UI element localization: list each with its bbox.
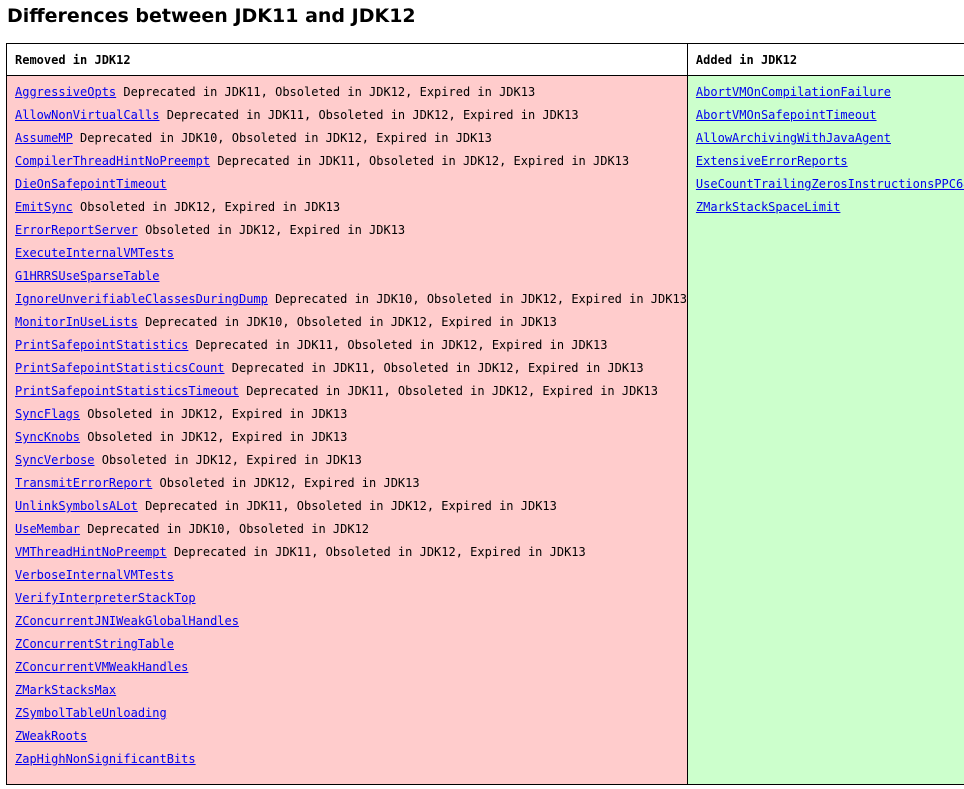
removed-flag-status: Deprecated in JDK11, Obsoleted in JDK12,… <box>217 154 630 168</box>
removed-flag-row: PrintSafepointStatistics Deprecated in J… <box>15 337 687 360</box>
removed-flags-cell: AggressiveOpts Deprecated in JDK11, Obso… <box>6 75 688 785</box>
removed-column-header: Removed in JDK12 <box>6 43 688 76</box>
removed-flag-link[interactable]: CompilerThreadHintNoPreempt <box>15 154 210 168</box>
removed-flag-link[interactable]: VerifyInterpreterStackTop <box>15 591 196 605</box>
removed-flag-status: Deprecated in JDK10, Obsoleted in JDK12,… <box>275 292 687 306</box>
removed-flag-row: ExecuteInternalVMTests <box>15 245 687 268</box>
removed-flag-link[interactable]: SyncKnobs <box>15 430 80 444</box>
removed-flag-row: SyncFlags Obsoleted in JDK12, Expired in… <box>15 406 687 429</box>
removed-flag-status: Deprecated in JDK11, Obsoleted in JDK12,… <box>195 338 608 352</box>
added-flag-row: ZMarkStackSpaceLimit <box>696 199 964 222</box>
removed-flag-row: PrintSafepointStatisticsCount Deprecated… <box>15 360 687 383</box>
added-flag-link[interactable]: ZMarkStackSpaceLimit <box>696 200 841 214</box>
added-flag-link[interactable]: AllowArchivingWithJavaAgent <box>696 131 891 145</box>
removed-flag-row: VMThreadHintNoPreempt Deprecated in JDK1… <box>15 544 687 567</box>
removed-flag-link[interactable]: SyncFlags <box>15 407 80 421</box>
removed-flag-link[interactable]: AllowNonVirtualCalls <box>15 108 160 122</box>
removed-flag-row: ErrorReportServer Obsoleted in JDK12, Ex… <box>15 222 687 245</box>
removed-flag-link[interactable]: PrintSafepointStatisticsTimeout <box>15 384 239 398</box>
removed-flag-status: Obsoleted in JDK12, Expired in JDK13 <box>80 200 341 214</box>
removed-flag-status: Obsoleted in JDK12, Expired in JDK13 <box>101 453 362 467</box>
removed-flag-row: AllowNonVirtualCalls Deprecated in JDK11… <box>15 107 687 130</box>
removed-flag-status: Deprecated in JDK11, Obsoleted in JDK12,… <box>166 108 579 122</box>
removed-flag-row: TransmitErrorReport Obsoleted in JDK12, … <box>15 475 687 498</box>
removed-flag-row: ZConcurrentStringTable <box>15 636 687 659</box>
removed-flag-status: Deprecated in JDK11, Obsoleted in JDK12,… <box>173 545 586 559</box>
removed-flag-row: UnlinkSymbolsALot Deprecated in JDK11, O… <box>15 498 687 521</box>
removed-flag-link[interactable]: VMThreadHintNoPreempt <box>15 545 167 559</box>
removed-flag-status: Deprecated in JDK11, Obsoleted in JDK12,… <box>145 499 557 513</box>
removed-flag-link[interactable]: VerboseInternalVMTests <box>15 568 174 582</box>
removed-flag-link[interactable]: ExecuteInternalVMTests <box>15 246 174 260</box>
removed-flag-row: ZapHighNonSignificantBits <box>15 751 687 774</box>
removed-flag-row: MonitorInUseLists Deprecated in JDK10, O… <box>15 314 687 337</box>
removed-flag-link[interactable]: ErrorReportServer <box>15 223 138 237</box>
removed-flag-row: G1HRRSUseSparseTable <box>15 268 687 291</box>
added-column-header: Added in JDK12 <box>686 43 964 76</box>
added-flag-row: UseCountTrailingZerosInstructionsPPC64 <box>696 176 964 199</box>
added-flags-cell: AbortVMOnCompilationFailure AbortVMOnSafe… <box>686 75 964 785</box>
removed-flag-status: Deprecated in JDK11, Obsoleted in JDK12,… <box>231 361 644 375</box>
removed-flag-status: Deprecated in JDK10, Obsoleted in JDK12 <box>87 522 370 536</box>
removed-flag-row: ZSymbolTableUnloading <box>15 705 687 728</box>
removed-flag-link[interactable]: G1HRRSUseSparseTable <box>15 269 160 283</box>
removed-flag-row: VerboseInternalVMTests <box>15 567 687 590</box>
added-flag-row: AbortVMOnSafepointTimeout <box>696 107 964 130</box>
removed-flag-link[interactable]: UseMembar <box>15 522 80 536</box>
removed-flag-status: Deprecated in JDK11, Obsoleted in JDK12,… <box>123 85 536 99</box>
removed-flag-row: SyncKnobs Obsoleted in JDK12, Expired in… <box>15 429 687 452</box>
removed-flag-link[interactable]: DieOnSafepointTimeout <box>15 177 167 191</box>
removed-flag-row: ZMarkStacksMax <box>15 682 687 705</box>
removed-flag-row: IgnoreUnverifiableClassesDuringDump Depr… <box>15 291 687 314</box>
removed-flag-link[interactable]: TransmitErrorReport <box>15 476 152 490</box>
removed-flag-row: EmitSync Obsoleted in JDK12, Expired in … <box>15 199 687 222</box>
removed-flag-link[interactable]: IgnoreUnverifiableClassesDuringDump <box>15 292 268 306</box>
removed-flags-list: AggressiveOpts Deprecated in JDK11, Obso… <box>15 84 687 774</box>
removed-flag-row: AssumeMP Deprecated in JDK10, Obsoleted … <box>15 130 687 153</box>
removed-flag-status: Obsoleted in JDK12, Expired in JDK13 <box>87 407 348 421</box>
removed-flag-row: PrintSafepointStatisticsTimeout Deprecat… <box>15 383 687 406</box>
removed-flag-row: AggressiveOpts Deprecated in JDK11, Obso… <box>15 84 687 107</box>
removed-flag-link[interactable]: EmitSync <box>15 200 73 214</box>
removed-flag-link[interactable]: AggressiveOpts <box>15 85 116 99</box>
removed-flag-status: Obsoleted in JDK12, Expired in JDK13 <box>87 430 348 444</box>
removed-flag-link[interactable]: PrintSafepointStatisticsCount <box>15 361 225 375</box>
removed-flag-link[interactable]: ZConcurrentStringTable <box>15 637 174 651</box>
removed-flag-row: VerifyInterpreterStackTop <box>15 590 687 613</box>
removed-flag-link[interactable]: SyncVerbose <box>15 453 94 467</box>
removed-flag-status: Obsoleted in JDK12, Expired in JDK13 <box>159 476 420 490</box>
removed-flag-status: Deprecated in JDK10, Obsoleted in JDK12,… <box>80 131 492 145</box>
removed-flag-link[interactable]: PrintSafepointStatistics <box>15 338 188 352</box>
removed-flag-row: ZConcurrentJNIWeakGlobalHandles <box>15 613 687 636</box>
added-flags-list: AbortVMOnCompilationFailure AbortVMOnSafe… <box>696 84 964 222</box>
removed-flag-link[interactable]: UnlinkSymbolsALot <box>15 499 138 513</box>
removed-flag-link[interactable]: ZWeakRoots <box>15 729 87 743</box>
added-flag-link[interactable]: ExtensiveErrorReports <box>696 154 848 168</box>
added-flag-link[interactable]: AbortVMOnCompilationFailure <box>696 85 891 99</box>
added-flag-link[interactable]: UseCountTrailingZerosInstructionsPPC64 <box>696 177 964 191</box>
removed-flag-link[interactable]: ZConcurrentJNIWeakGlobalHandles <box>15 614 239 628</box>
removed-flag-link[interactable]: ZMarkStacksMax <box>15 683 116 697</box>
removed-flag-status: Obsoleted in JDK12, Expired in JDK13 <box>145 223 406 237</box>
page-title: Differences between JDK11 and JDK12 <box>7 5 416 27</box>
removed-flag-row: ZWeakRoots <box>15 728 687 751</box>
differences-table: Removed in JDK12 Added in JDK12 Aggressi… <box>6 43 964 785</box>
removed-flag-status: Deprecated in JDK11, Obsoleted in JDK12,… <box>246 384 659 398</box>
removed-flag-row: DieOnSafepointTimeout <box>15 176 687 199</box>
removed-flag-link[interactable]: ZapHighNonSignificantBits <box>15 752 196 766</box>
added-flag-link[interactable]: AbortVMOnSafepointTimeout <box>696 108 877 122</box>
removed-flag-link[interactable]: AssumeMP <box>15 131 73 145</box>
removed-flag-row: SyncVerbose Obsoleted in JDK12, Expired … <box>15 452 687 475</box>
added-flag-row: AbortVMOnCompilationFailure <box>696 84 964 107</box>
removed-flag-row: UseMembar Deprecated in JDK10, Obsoleted… <box>15 521 687 544</box>
removed-flag-link[interactable]: MonitorInUseLists <box>15 315 138 329</box>
removed-flag-link[interactable]: ZConcurrentVMWeakHandles <box>15 660 188 674</box>
removed-flag-row: ZConcurrentVMWeakHandles <box>15 659 687 682</box>
removed-flag-link[interactable]: ZSymbolTableUnloading <box>15 706 167 720</box>
added-flag-row: AllowArchivingWithJavaAgent <box>696 130 964 153</box>
removed-flag-row: CompilerThreadHintNoPreempt Deprecated i… <box>15 153 687 176</box>
removed-flag-status: Deprecated in JDK10, Obsoleted in JDK12,… <box>145 315 557 329</box>
added-flag-row: ExtensiveErrorReports <box>696 153 964 176</box>
